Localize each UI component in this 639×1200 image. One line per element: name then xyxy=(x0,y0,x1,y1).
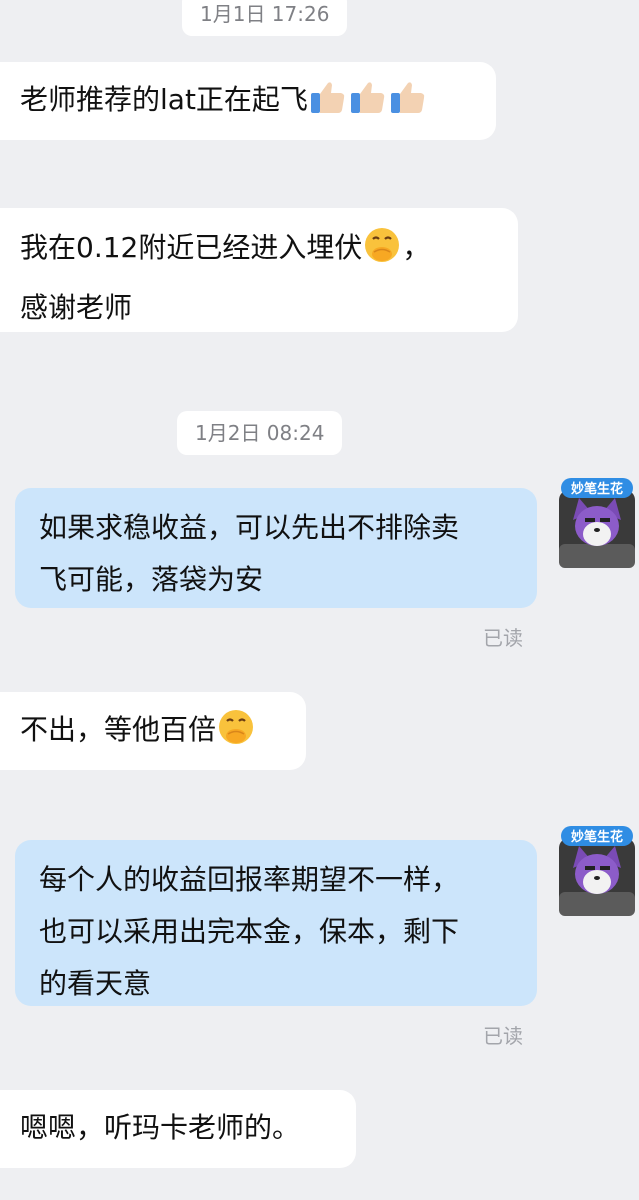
thumbs-up-icon xyxy=(348,77,388,134)
message-line: 如果求稳收益，可以先出不排除卖 xyxy=(39,511,460,544)
shiba-dog-avatar-icon: 妙笔生花 xyxy=(559,826,635,916)
message-line: 我在0.12附近已经进入埋伏 ， xyxy=(20,222,498,282)
message-line: 每个人的收益回报率期望不一样， xyxy=(39,863,460,896)
thumbs-up-icon xyxy=(388,77,428,134)
incoming-message[interactable]: 老师推荐的lat正在起飞 xyxy=(0,62,496,140)
message-line: 也可以采用出完本金，保本，剩下 xyxy=(39,915,460,948)
avatar-badge: 妙笔生花 xyxy=(571,829,623,845)
avatar-badge: 妙笔生花 xyxy=(571,481,623,497)
read-status: 已读 xyxy=(483,626,523,650)
avatar[interactable]: 妙笔生花 xyxy=(557,474,639,568)
shiba-dog-avatar-icon: 妙笔生花 xyxy=(559,478,635,568)
message-line: 感谢老师 xyxy=(20,291,133,324)
message-text: 嗯嗯，听玛卡老师的。 xyxy=(20,1111,301,1144)
message-line: 的看天意 xyxy=(39,967,152,1000)
incoming-message[interactable]: 不出，等他百倍 xyxy=(0,692,306,770)
hand-over-mouth-emoji-icon xyxy=(216,707,256,764)
outgoing-message[interactable]: 如果求稳收益，可以先出不排除卖 飞可能，落袋为安 xyxy=(15,488,537,608)
message-text: 我在0.12附近已经进入埋伏 xyxy=(20,231,363,264)
timestamp: 1月1日 17:26 xyxy=(182,0,348,36)
hand-over-mouth-emoji-icon xyxy=(362,225,402,282)
outgoing-message[interactable]: 每个人的收益回报率期望不一样， 也可以采用出完本金，保本，剩下 的看天意 xyxy=(15,840,537,1006)
message-text: 老师推荐的lat正在起飞 xyxy=(20,83,308,116)
timestamp: 1月2日 08:24 xyxy=(177,411,343,455)
thumbs-up-icon xyxy=(308,77,348,134)
read-status: 已读 xyxy=(483,1024,523,1048)
message-line: 飞可能，落袋为安 xyxy=(39,563,264,596)
message-text: ， xyxy=(402,231,431,264)
incoming-message[interactable]: 我在0.12附近已经进入埋伏 ， 感谢老师 xyxy=(0,208,518,332)
avatar[interactable]: 妙笔生花 xyxy=(557,822,639,916)
incoming-message[interactable]: 嗯嗯，听玛卡老师的。 xyxy=(0,1090,356,1168)
message-text: 不出，等他百倍 xyxy=(20,713,217,746)
